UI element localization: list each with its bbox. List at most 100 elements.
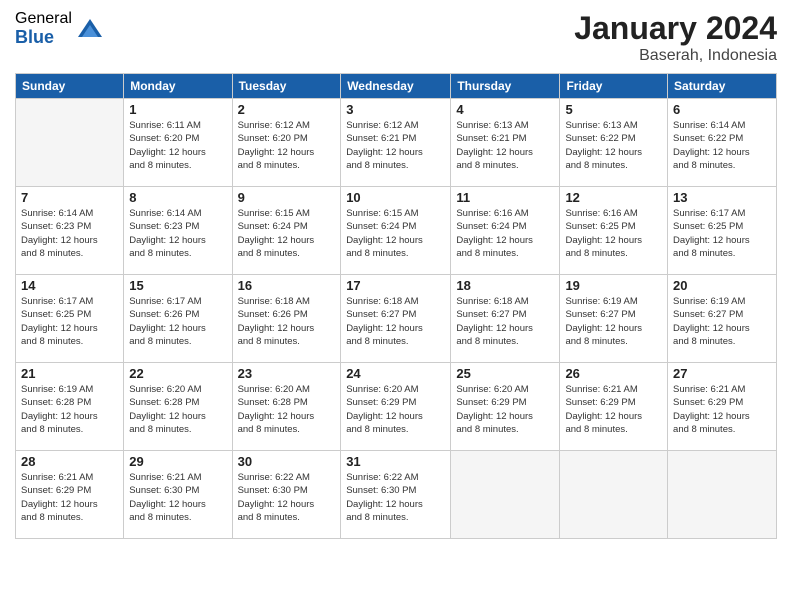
day-number: 26: [565, 366, 662, 381]
day-info: Sunrise: 6:20 AM Sunset: 6:28 PM Dayligh…: [129, 383, 226, 436]
header: General Blue January 2024 Baserah, Indon…: [15, 10, 777, 65]
day-number: 27: [673, 366, 771, 381]
day-number: 19: [565, 278, 662, 293]
calendar-cell: 28 Sunrise: 6:21 AM Sunset: 6:29 PM Dayli…: [16, 451, 124, 539]
calendar-cell: 18 Sunrise: 6:18 AM Sunset: 6:27 PM Dayli…: [451, 275, 560, 363]
day-info: Sunrise: 6:21 AM Sunset: 6:29 PM Dayligh…: [673, 383, 771, 436]
calendar-cell: 16 Sunrise: 6:18 AM Sunset: 6:26 PM Dayli…: [232, 275, 341, 363]
calendar-cell: 20 Sunrise: 6:19 AM Sunset: 6:27 PM Dayli…: [668, 275, 777, 363]
day-info: Sunrise: 6:20 AM Sunset: 6:29 PM Dayligh…: [346, 383, 445, 436]
day-info: Sunrise: 6:14 AM Sunset: 6:23 PM Dayligh…: [21, 207, 118, 260]
day-info: Sunrise: 6:18 AM Sunset: 6:27 PM Dayligh…: [456, 295, 554, 348]
day-info: Sunrise: 6:18 AM Sunset: 6:26 PM Dayligh…: [238, 295, 336, 348]
col-monday: Monday: [124, 74, 232, 99]
col-saturday: Saturday: [668, 74, 777, 99]
logo-blue: Blue: [15, 28, 72, 48]
calendar-cell: 10Sunrise: 6:15 AM Sunset: 6:24 PM Dayli…: [341, 187, 451, 275]
day-number: 24: [346, 366, 445, 381]
day-number: 13: [673, 190, 771, 205]
day-number: 20: [673, 278, 771, 293]
calendar-cell: 12 Sunrise: 6:16 AM Sunset: 6:25 PM Dayli…: [560, 187, 668, 275]
day-info: Sunrise: 6:18 AM Sunset: 6:27 PM Dayligh…: [346, 295, 445, 348]
day-info: Sunrise: 6:16 AM Sunset: 6:24 PM Dayligh…: [456, 207, 554, 260]
calendar-cell: 17Sunrise: 6:18 AM Sunset: 6:27 PM Dayli…: [341, 275, 451, 363]
calendar-cell: [16, 99, 124, 187]
day-info: Sunrise: 6:13 AM Sunset: 6:21 PM Dayligh…: [456, 119, 554, 172]
day-info: Sunrise: 6:16 AM Sunset: 6:25 PM Dayligh…: [565, 207, 662, 260]
calendar-cell: 29 Sunrise: 6:21 AM Sunset: 6:30 PM Dayli…: [124, 451, 232, 539]
calendar-table: Sunday Monday Tuesday Wednesday Thursday…: [15, 73, 777, 539]
day-number: 21: [21, 366, 118, 381]
calendar-cell: 9 Sunrise: 6:15 AM Sunset: 6:24 PM Daylig…: [232, 187, 341, 275]
calendar-cell: [668, 451, 777, 539]
week-row-3: 14Sunrise: 6:17 AM Sunset: 6:25 PM Dayli…: [16, 275, 777, 363]
header-row: Sunday Monday Tuesday Wednesday Thursday…: [16, 74, 777, 99]
calendar-cell: 25Sunrise: 6:20 AM Sunset: 6:29 PM Dayli…: [451, 363, 560, 451]
calendar-cell: 24 Sunrise: 6:20 AM Sunset: 6:29 PM Dayli…: [341, 363, 451, 451]
day-info: Sunrise: 6:11 AM Sunset: 6:20 PM Dayligh…: [129, 119, 226, 172]
day-number: 1: [129, 102, 226, 117]
calendar-cell: 14Sunrise: 6:17 AM Sunset: 6:25 PM Dayli…: [16, 275, 124, 363]
day-number: 8: [129, 190, 226, 205]
calendar-cell: 13 Sunrise: 6:17 AM Sunset: 6:25 PM Dayli…: [668, 187, 777, 275]
day-info: Sunrise: 6:12 AM Sunset: 6:21 PM Dayligh…: [346, 119, 445, 172]
week-row-4: 21Sunrise: 6:19 AM Sunset: 6:28 PM Dayli…: [16, 363, 777, 451]
day-number: 6: [673, 102, 771, 117]
day-number: 16: [238, 278, 336, 293]
calendar-cell: 19 Sunrise: 6:19 AM Sunset: 6:27 PM Dayli…: [560, 275, 668, 363]
calendar-cell: 7 Sunrise: 6:14 AM Sunset: 6:23 PM Daylig…: [16, 187, 124, 275]
day-info: Sunrise: 6:20 AM Sunset: 6:29 PM Dayligh…: [456, 383, 554, 436]
day-info: Sunrise: 6:14 AM Sunset: 6:22 PM Dayligh…: [673, 119, 771, 172]
calendar-cell: 2 Sunrise: 6:12 AM Sunset: 6:20 PM Daylig…: [232, 99, 341, 187]
calendar-cell: 11 Sunrise: 6:16 AM Sunset: 6:24 PM Dayli…: [451, 187, 560, 275]
day-number: 18: [456, 278, 554, 293]
day-number: 12: [565, 190, 662, 205]
calendar-cell: 4Sunrise: 6:13 AM Sunset: 6:21 PM Daylig…: [451, 99, 560, 187]
day-info: Sunrise: 6:22 AM Sunset: 6:30 PM Dayligh…: [238, 471, 336, 524]
calendar-cell: 6 Sunrise: 6:14 AM Sunset: 6:22 PM Daylig…: [668, 99, 777, 187]
calendar-header: Sunday Monday Tuesday Wednesday Thursday…: [16, 74, 777, 99]
calendar-cell: 8 Sunrise: 6:14 AM Sunset: 6:23 PM Daylig…: [124, 187, 232, 275]
calendar-cell: 31 Sunrise: 6:22 AM Sunset: 6:30 PM Dayli…: [341, 451, 451, 539]
col-wednesday: Wednesday: [341, 74, 451, 99]
col-friday: Friday: [560, 74, 668, 99]
calendar-cell: [560, 451, 668, 539]
day-info: Sunrise: 6:15 AM Sunset: 6:24 PM Dayligh…: [238, 207, 336, 260]
day-info: Sunrise: 6:19 AM Sunset: 6:27 PM Dayligh…: [673, 295, 771, 348]
day-info: Sunrise: 6:12 AM Sunset: 6:20 PM Dayligh…: [238, 119, 336, 172]
day-number: 31: [346, 454, 445, 469]
day-number: 15: [129, 278, 226, 293]
day-number: 7: [21, 190, 118, 205]
day-info: Sunrise: 6:19 AM Sunset: 6:27 PM Dayligh…: [565, 295, 662, 348]
calendar-cell: 30 Sunrise: 6:22 AM Sunset: 6:30 PM Dayli…: [232, 451, 341, 539]
col-thursday: Thursday: [451, 74, 560, 99]
day-info: Sunrise: 6:14 AM Sunset: 6:23 PM Dayligh…: [129, 207, 226, 260]
calendar-cell: 15Sunrise: 6:17 AM Sunset: 6:26 PM Dayli…: [124, 275, 232, 363]
month-title: January 2024: [574, 10, 777, 47]
day-info: Sunrise: 6:17 AM Sunset: 6:25 PM Dayligh…: [673, 207, 771, 260]
day-number: 9: [238, 190, 336, 205]
week-row-1: 1 Sunrise: 6:11 AM Sunset: 6:20 PM Daylig…: [16, 99, 777, 187]
day-number: 28: [21, 454, 118, 469]
calendar-cell: 27 Sunrise: 6:21 AM Sunset: 6:29 PM Dayli…: [668, 363, 777, 451]
day-number: 5: [565, 102, 662, 117]
calendar-cell: 21Sunrise: 6:19 AM Sunset: 6:28 PM Dayli…: [16, 363, 124, 451]
col-sunday: Sunday: [16, 74, 124, 99]
day-number: 30: [238, 454, 336, 469]
week-row-2: 7 Sunrise: 6:14 AM Sunset: 6:23 PM Daylig…: [16, 187, 777, 275]
day-number: 29: [129, 454, 226, 469]
calendar-cell: 1 Sunrise: 6:11 AM Sunset: 6:20 PM Daylig…: [124, 99, 232, 187]
calendar-body: 1 Sunrise: 6:11 AM Sunset: 6:20 PM Daylig…: [16, 99, 777, 539]
day-info: Sunrise: 6:21 AM Sunset: 6:30 PM Dayligh…: [129, 471, 226, 524]
week-row-5: 28 Sunrise: 6:21 AM Sunset: 6:29 PM Dayli…: [16, 451, 777, 539]
day-info: Sunrise: 6:22 AM Sunset: 6:30 PM Dayligh…: [346, 471, 445, 524]
logo-text: General Blue: [15, 10, 72, 47]
location: Baserah, Indonesia: [574, 47, 777, 65]
day-info: Sunrise: 6:21 AM Sunset: 6:29 PM Dayligh…: [21, 471, 118, 524]
calendar-cell: 3 Sunrise: 6:12 AM Sunset: 6:21 PM Daylig…: [341, 99, 451, 187]
day-number: 11: [456, 190, 554, 205]
calendar-cell: [451, 451, 560, 539]
day-number: 3: [346, 102, 445, 117]
logo-icon: [76, 15, 104, 43]
day-number: 2: [238, 102, 336, 117]
